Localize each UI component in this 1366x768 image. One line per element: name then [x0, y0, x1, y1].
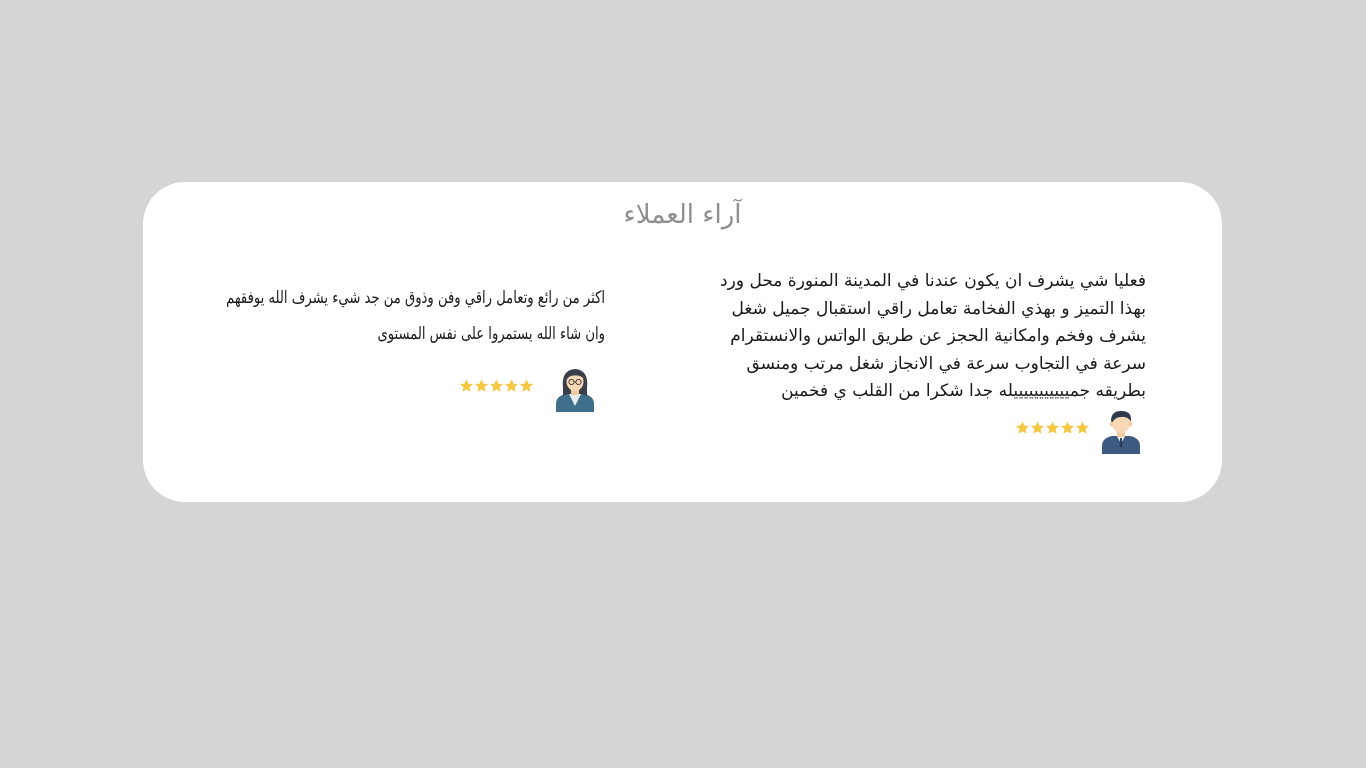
star-icon — [459, 378, 474, 392]
star-icon — [1075, 420, 1090, 434]
rating-stars — [459, 378, 534, 393]
star-icon — [504, 378, 519, 392]
review-text: فعليا شي يشرف ان يكون عندنا في المدينة ا… — [720, 271, 1146, 401]
testimonials-card: آراء العملاء فعليا شي يشرف ان يكون عندنا… — [143, 182, 1222, 502]
star-icon — [1015, 420, 1030, 434]
review-card: اكثر من رائع وتعامل راقي وفن وذوق من جد … — [175, 280, 605, 352]
review-author — [459, 366, 596, 412]
star-icon — [1030, 420, 1045, 434]
rating-stars — [1015, 420, 1090, 435]
section-title: آراء العملاء — [623, 200, 742, 230]
female-avatar-icon — [556, 369, 594, 412]
star-icon — [489, 378, 504, 392]
star-icon — [1060, 420, 1075, 434]
review-author — [1015, 408, 1142, 454]
review-text: اكثر من رائع وتعامل راقي وفن وذوق من جد … — [226, 288, 605, 344]
star-icon — [1045, 420, 1060, 434]
review-card: فعليا شي يشرف ان يكون عندنا في المدينة ا… — [676, 268, 1146, 406]
star-icon — [474, 378, 489, 392]
star-icon — [519, 378, 534, 392]
male-avatar-icon — [1102, 411, 1140, 454]
